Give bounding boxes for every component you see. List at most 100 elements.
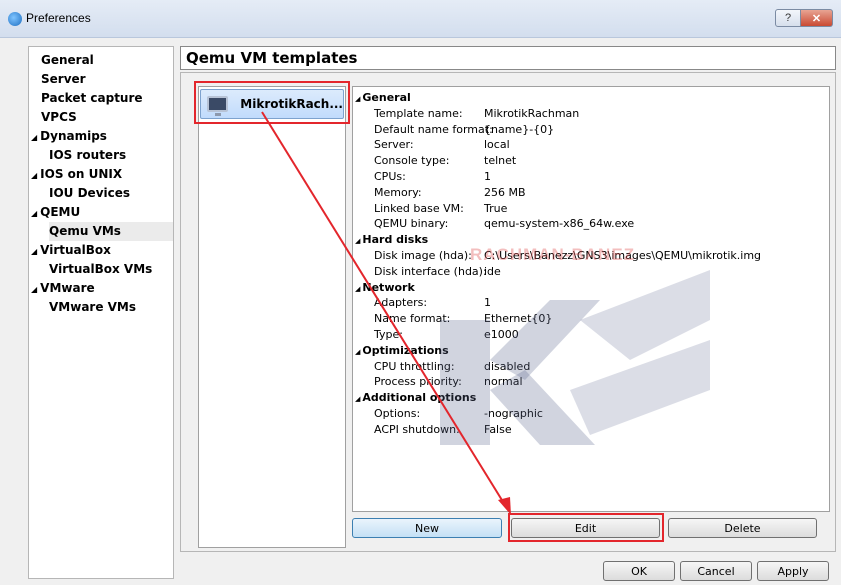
property-value: ide bbox=[484, 264, 501, 278]
details-section-header[interactable]: ◢ Hard disks bbox=[355, 233, 428, 247]
details-row: QEMU binary: qemu-system-x86_64w.exe bbox=[353, 217, 823, 231]
details-row: Disk interface (hda): ide bbox=[353, 265, 823, 279]
property-value: disabled bbox=[484, 359, 531, 373]
property-name: Adapters: bbox=[374, 296, 428, 310]
property-value: telnet bbox=[484, 154, 517, 168]
details-row: Adapters: 1 bbox=[353, 296, 823, 310]
property-name: Linked base VM: bbox=[374, 201, 464, 215]
sidebar-item[interactable]: ◢ VirtualBox bbox=[31, 241, 111, 260]
sidebar-item-label: Server bbox=[41, 72, 86, 86]
property-name: Memory: bbox=[374, 185, 422, 199]
details-row: Default name format: {name}-{0} bbox=[353, 123, 823, 137]
collapse-arrow-icon[interactable]: ◢ bbox=[355, 395, 360, 403]
section-title: Network bbox=[362, 280, 415, 294]
sidebar-item-label: Packet capture bbox=[41, 91, 143, 105]
collapse-arrow-icon[interactable]: ◢ bbox=[355, 285, 360, 293]
sidebar-item[interactable]: Qemu VMs bbox=[49, 222, 173, 241]
preferences-sidebar: General Server Packet capture VPCS ◢ Dynamips… bbox=[28, 46, 174, 579]
property-name: Type: bbox=[374, 328, 403, 341]
window-title: Preferences bbox=[26, 11, 91, 25]
details-section-header[interactable]: ◢ Additional options bbox=[355, 391, 476, 405]
expand-arrow-icon[interactable]: ◢ bbox=[31, 133, 37, 142]
details-row: Type: e1000 bbox=[353, 328, 823, 342]
sidebar-item-label: VirtualBox bbox=[40, 243, 111, 257]
property-name: Default name format: bbox=[374, 122, 493, 136]
cancel-button[interactable]: Cancel bbox=[680, 561, 752, 581]
sidebar-item[interactable]: Server bbox=[41, 70, 86, 89]
property-name: CPUs: bbox=[374, 170, 406, 183]
new-button[interactable]: New bbox=[352, 518, 502, 538]
property-name: ACPI shutdown: bbox=[374, 422, 460, 436]
sidebar-item[interactable]: ◢ VMware bbox=[31, 279, 95, 298]
property-name: CPU throttling: bbox=[374, 359, 455, 373]
sidebar-item-label: Qemu VMs bbox=[49, 224, 121, 238]
close-button[interactable]: ✕ bbox=[801, 9, 833, 27]
section-title: Additional options bbox=[362, 391, 477, 405]
ok-button[interactable]: OK bbox=[603, 561, 675, 581]
sidebar-item[interactable]: VirtualBox VMs bbox=[49, 260, 152, 279]
property-value: {name}-{0} bbox=[484, 122, 555, 136]
sidebar-item-label: General bbox=[41, 53, 94, 67]
collapse-arrow-icon[interactable]: ◢ bbox=[355, 348, 360, 356]
property-value: local bbox=[484, 138, 510, 152]
annotation-box-vm bbox=[194, 81, 350, 124]
details-row: ACPI shutdown: False bbox=[353, 423, 823, 437]
property-name: Disk interface (hda): bbox=[374, 264, 487, 278]
sidebar-item[interactable]: Packet capture bbox=[41, 89, 143, 108]
help-button[interactable]: ? bbox=[775, 9, 801, 27]
apply-button[interactable]: Apply bbox=[757, 561, 829, 581]
property-name: Name format: bbox=[374, 312, 451, 326]
property-name: QEMU binary: bbox=[374, 217, 449, 231]
sidebar-item[interactable]: ◢ IOS on UNIX bbox=[31, 165, 122, 184]
details-row: Template name: MikrotikRachman bbox=[353, 107, 823, 121]
collapse-arrow-icon[interactable]: ◢ bbox=[355, 237, 360, 245]
delete-button[interactable]: Delete bbox=[668, 518, 817, 538]
property-value: False bbox=[484, 422, 512, 436]
details-row: Options: -nographic bbox=[353, 407, 823, 421]
app-icon bbox=[8, 12, 22, 26]
property-name: Console type: bbox=[374, 154, 450, 168]
sidebar-item-label: QEMU bbox=[40, 205, 81, 219]
details-row: Memory: 256 MB bbox=[353, 186, 823, 200]
window-controls: ? ✕ bbox=[775, 9, 833, 27]
property-name: Process priority: bbox=[374, 375, 462, 389]
section-title: General bbox=[362, 91, 411, 104]
details-section-header[interactable]: ◢ Optimizations bbox=[355, 344, 449, 358]
property-value: 1 bbox=[484, 170, 491, 183]
sidebar-item-label: VMware bbox=[40, 281, 95, 295]
sidebar-item[interactable]: ◢ QEMU bbox=[31, 203, 80, 222]
property-value: qemu-system-x86_64w.exe bbox=[484, 217, 635, 231]
sidebar-item[interactable]: General bbox=[41, 51, 94, 70]
section-title: Hard disks bbox=[362, 233, 429, 247]
details-row: CPUs: 1 bbox=[353, 170, 823, 184]
property-name: Template name: bbox=[374, 106, 463, 120]
details-section-header[interactable]: ◢ Network bbox=[355, 281, 415, 295]
sidebar-item[interactable]: IOU Devices bbox=[49, 184, 130, 203]
property-value: MikrotikRachman bbox=[484, 106, 580, 120]
sidebar-item[interactable]: ◢ Dynamips bbox=[31, 127, 107, 146]
property-name: Options: bbox=[374, 407, 421, 420]
window-titlebar: Preferences ? ✕ bbox=[0, 0, 841, 38]
sidebar-item-label: Dynamips bbox=[40, 129, 107, 143]
property-name: Disk image (hda): bbox=[374, 249, 472, 262]
property-value: normal bbox=[484, 375, 523, 389]
expand-arrow-icon[interactable]: ◢ bbox=[31, 285, 37, 294]
sidebar-item[interactable]: IOS routers bbox=[49, 146, 126, 165]
sidebar-item-label: IOU Devices bbox=[49, 186, 131, 200]
property-value: 256 MB bbox=[484, 185, 526, 199]
details-section-header[interactable]: ◢ General bbox=[355, 91, 411, 105]
sidebar-item[interactable]: VPCS bbox=[41, 108, 77, 127]
page-title: Qemu VM templates bbox=[180, 46, 836, 70]
sidebar-item-label: VirtualBox VMs bbox=[49, 262, 153, 276]
sidebar-item-label: VPCS bbox=[41, 110, 77, 124]
watermark-text: RACHMAN-BANEZ bbox=[470, 245, 636, 264]
expand-arrow-icon[interactable]: ◢ bbox=[31, 247, 37, 256]
property-value: -nographic bbox=[484, 407, 543, 420]
collapse-arrow-icon[interactable]: ◢ bbox=[355, 95, 360, 103]
property-value: Ethernet{0} bbox=[484, 312, 553, 326]
sidebar-item[interactable]: VMware VMs bbox=[49, 298, 136, 317]
property-name: Server: bbox=[374, 138, 414, 152]
template-details-tree: ◢ General Template name: MikrotikRachman Def… bbox=[352, 86, 830, 512]
expand-arrow-icon[interactable]: ◢ bbox=[31, 171, 37, 180]
expand-arrow-icon[interactable]: ◢ bbox=[31, 209, 37, 218]
